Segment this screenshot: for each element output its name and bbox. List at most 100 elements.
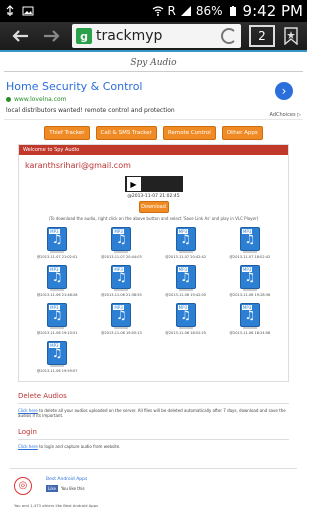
fb-friends-text: You and 1,473 others like Best Android A…	[14, 502, 99, 508]
file-label: @2013-11-06 19:10:51	[36, 331, 78, 335]
music-file-icon[interactable]: MP3 ♫	[239, 303, 260, 329]
play-icon[interactable]: ▶	[126, 177, 141, 191]
file-label: @2013-11-07 20:42:42	[165, 255, 206, 259]
tabs-count: 2	[258, 29, 266, 43]
audio-file[interactable]: MP3 ♫ @2013-11-06 19:42:05	[154, 265, 218, 297]
nav-other-apps[interactable]: Other Apps	[221, 126, 263, 140]
nav-remote-control[interactable]: Remote Control	[162, 126, 216, 140]
panel-body: karanthsrihari@gmail.com ▶ @2013-11-07 2…	[19, 155, 288, 381]
ad-url[interactable]: www.lovelna.com	[14, 96, 67, 103]
file-label: @2013-11-06 19:59:07	[36, 369, 78, 373]
login-link[interactable]: Click here	[18, 444, 38, 449]
music-file-icon[interactable]: MP3 ♫	[47, 265, 68, 291]
audio-file[interactable]: MP3 ♫ @2013-11-06 19:05:13	[89, 303, 153, 335]
usb-icon	[4, 5, 16, 17]
ad-arrow-icon[interactable]: ›	[275, 82, 293, 100]
panel-header: Welcome to Spy Audio	[19, 145, 288, 155]
ad-title[interactable]: Home Security & Control	[6, 80, 301, 93]
music-file-icon[interactable]: MP3 ♫	[111, 227, 132, 253]
image-icon	[22, 5, 34, 17]
login-title: Login	[18, 428, 289, 441]
music-file-icon[interactable]: MP3 ♫	[175, 303, 196, 329]
audio-file[interactable]: MP3 ♫ @2013-11-06 19:10:51	[25, 303, 89, 335]
ad-description: local distributors wanted! remote contro…	[6, 107, 175, 114]
delete-audios-title: Delete Audios	[18, 392, 289, 404]
music-file-icon[interactable]: MP3 ♫	[47, 227, 68, 253]
nav-thief-tracker[interactable]: Thief Tracker	[44, 126, 90, 140]
battery-percent: 86%	[195, 4, 223, 18]
back-button[interactable]	[4, 24, 36, 48]
login-section: Login Click here to login and capture au…	[18, 428, 289, 449]
refresh-icon[interactable]	[221, 28, 237, 44]
fb-like-text: You like this	[60, 485, 85, 491]
wifi-icon	[152, 5, 164, 17]
current-recording-name: @2013-11-07 21:02:45	[127, 194, 180, 199]
file-label: @2013-11-06 18:24:08	[229, 331, 271, 335]
ad-banner[interactable]: Home Security & Control www.lovelna.com …	[4, 76, 303, 120]
file-label: @2013-11-06 19:28:36	[229, 293, 271, 297]
login-text: Click here to login and capture audio fr…	[18, 444, 289, 449]
music-file-icon[interactable]: MP3 ♫	[239, 265, 260, 291]
file-label: @2013-11-06 19:42:05	[165, 293, 206, 297]
app-nav: Thief Tracker Call & SMS Tracker Remote …	[4, 126, 303, 140]
ad-choices[interactable]: AdChoices ▷	[270, 112, 301, 118]
music-file-icon[interactable]: MP3 ♫	[239, 227, 260, 253]
back-arrow-icon	[12, 30, 28, 42]
page-logo-icon[interactable]: ◎	[14, 476, 32, 495]
clock: 9:42 PM	[242, 2, 303, 20]
music-file-icon[interactable]: MP3 ♫	[111, 265, 132, 291]
music-file-icon[interactable]: MP3 ♫	[175, 227, 196, 253]
status-right-icons: R 86% 9:42 PM	[152, 2, 303, 20]
site-title: Spy Audio	[4, 54, 303, 72]
audio-file[interactable]: MP3 ♫ @2013-11-06 18:52:25	[154, 303, 218, 335]
fb-like-button[interactable]: Like	[46, 484, 58, 492]
browser-toolbar: g trackmyp 2	[0, 22, 307, 52]
carrier-label: R	[167, 4, 176, 18]
nav-call-sms-tracker[interactable]: Call & SMS Tracker	[95, 126, 157, 140]
bookmark-star-icon	[284, 27, 298, 45]
tabs-button[interactable]: 2	[249, 25, 275, 47]
audio-file[interactable]: MP3 ♫ @2013-11-07 21:02:01	[25, 227, 89, 259]
file-label: @2013-11-07 18:02:42	[229, 255, 271, 259]
music-file-icon[interactable]: MP3 ♫	[47, 341, 68, 367]
audio-player[interactable]: ▶	[124, 176, 183, 192]
music-file-icon[interactable]: MP3 ♫	[47, 303, 68, 329]
file-label: @2013-11-07 20:44:03	[101, 255, 142, 259]
audio-file[interactable]: MP3 ♫ @2013-11-06 18:24:08	[218, 303, 282, 335]
forward-arrow-icon	[44, 30, 60, 42]
spy-audio-panel: Welcome to Spy Audio karanthsrihari@gmai…	[18, 144, 289, 382]
status-bar: R 86% 9:42 PM	[0, 0, 307, 22]
delete-audios-text: Click here to delete all your audios upl…	[18, 408, 289, 418]
status-left-icons	[4, 5, 34, 17]
page-content: Spy Audio Home Security & Control www.lo…	[0, 52, 307, 508]
download-button[interactable]: Download	[138, 201, 169, 213]
music-file-icon[interactable]: MP3 ♫	[175, 265, 196, 291]
delete-audios-desc: to delete all your audios uploaded on th…	[18, 408, 286, 419]
fb-like-row: Like You like this	[46, 484, 85, 492]
url-bar[interactable]: g trackmyp	[72, 24, 241, 48]
site-favicon-icon: g	[76, 28, 92, 44]
audio-file[interactable]: MP3 ♫ @2013-11-06 21:48:28	[25, 265, 89, 297]
file-label: @2013-11-07 21:02:01	[36, 255, 78, 259]
audio-file[interactable]: MP3 ♫ @2013-11-06 21:38:55	[89, 265, 153, 297]
music-file-icon[interactable]: MP3 ♫	[111, 303, 132, 329]
audio-file[interactable]: MP3 ♫ @2013-11-06 19:28:36	[218, 265, 282, 297]
audio-file[interactable]: MP3 ♫ @2013-11-06 19:59:07	[25, 341, 89, 373]
file-label: @2013-11-06 18:52:25	[165, 331, 206, 335]
fb-page-name[interactable]: Best Android Apps	[46, 477, 87, 482]
download-note: (To download the audio, right click on t…	[48, 216, 259, 221]
battery-icon	[227, 5, 239, 17]
user-email: karanthsrihari@gmail.com	[25, 161, 131, 170]
ad-url-row: www.lovelna.com	[6, 96, 301, 103]
signal-icon	[180, 5, 192, 17]
audio-file[interactable]: MP3 ♫ @2013-11-07 20:44:03	[89, 227, 153, 259]
file-label: @2013-11-06 21:38:55	[101, 293, 142, 297]
audio-file[interactable]: MP3 ♫ @2013-11-07 18:02:42	[218, 227, 282, 259]
delete-audios-section: Delete Audios Click here to delete all y…	[18, 392, 289, 418]
url-text: trackmyp	[96, 28, 163, 44]
file-label: @2013-11-06 21:48:28	[36, 293, 78, 297]
file-label: @2013-11-06 19:05:13	[101, 331, 142, 335]
forward-button[interactable]	[36, 24, 68, 48]
bookmark-button[interactable]	[279, 24, 303, 48]
audio-file[interactable]: MP3 ♫ @2013-11-07 20:42:42	[154, 227, 218, 259]
